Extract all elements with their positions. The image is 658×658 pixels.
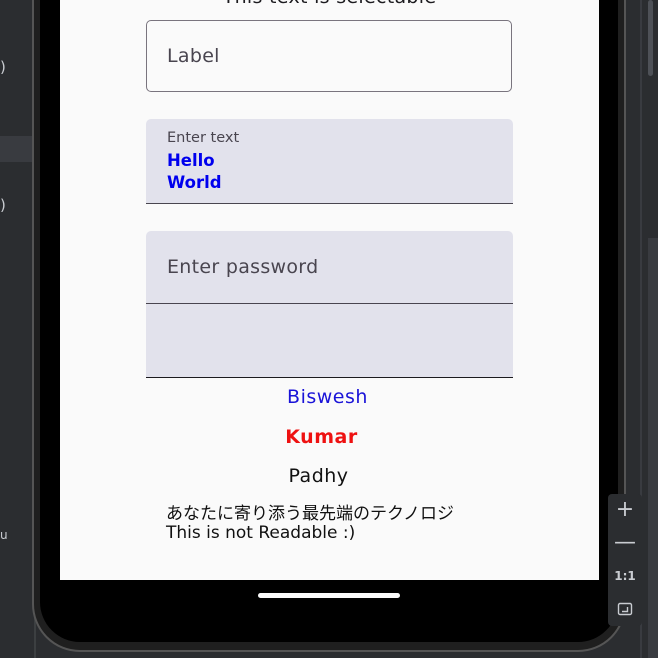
ide-scroll-track-lower	[648, 238, 658, 658]
ide-scroll-thumb[interactable]	[648, 0, 653, 76]
ide-left-panel: ) ) u	[0, 0, 36, 658]
actual-size-button[interactable]: 1:1	[608, 560, 642, 592]
app-screen: This text is selectable Label Enter text…	[60, 0, 599, 580]
ide-truncated-label: u	[0, 528, 8, 542]
last-name-text: Padhy	[288, 465, 349, 487]
outlined-field-label: Label	[167, 45, 220, 67]
ide-selection-row	[0, 136, 36, 162]
empty-text-field[interactable]	[146, 304, 513, 378]
japanese-text: あなたに寄り添う最先端のテクノロジ	[166, 504, 454, 524]
password-field[interactable]: Enter password	[146, 231, 513, 304]
zoom-controls: + — 1:1	[608, 494, 642, 626]
zoom-out-button[interactable]: —	[608, 527, 642, 559]
zoom-in-button[interactable]: +	[608, 494, 642, 526]
gesture-handle[interactable]	[258, 593, 400, 598]
multiline-text-field[interactable]: Enter text Hello World	[146, 119, 513, 204]
multiline-field-label: Enter text	[167, 130, 240, 146]
multiline-value-line: Hello	[167, 151, 215, 170]
multiline-value-line: World	[167, 173, 222, 192]
navigation-bar	[60, 580, 599, 611]
fit-screen-icon	[617, 596, 633, 621]
readable-text: This is not Readable :)	[166, 523, 356, 543]
outlined-text-field[interactable]: Label	[146, 20, 512, 92]
selectable-text[interactable]: This text is selectable	[60, 0, 599, 8]
fit-screen-button[interactable]	[608, 593, 642, 625]
middle-name-text: Kumar	[285, 426, 358, 448]
ide-bracket-glyph: )	[0, 196, 6, 214]
ide-bracket-glyph: )	[0, 58, 6, 76]
first-name-text: Biswesh	[287, 386, 368, 408]
password-placeholder: Enter password	[167, 256, 319, 278]
